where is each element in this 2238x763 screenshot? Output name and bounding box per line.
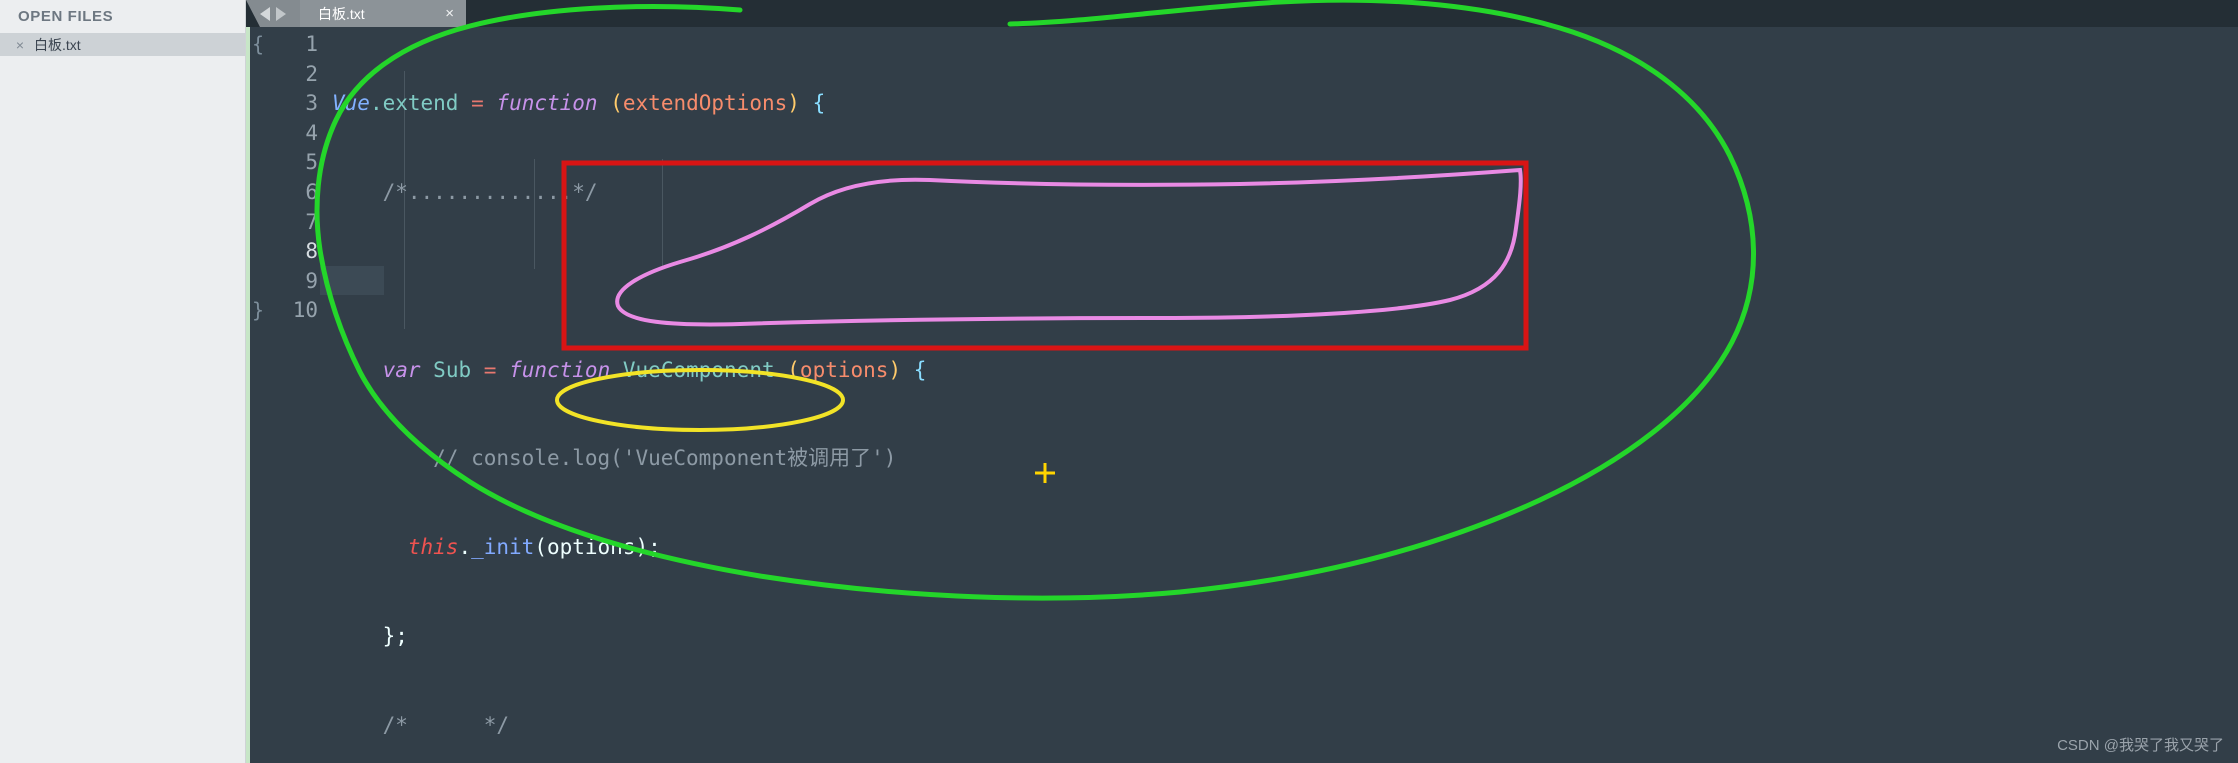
fold-marker-open[interactable]: { (252, 32, 264, 56)
line-number-gutter: 1 2 3 4 5 6 7 8 9 10 (274, 27, 318, 326)
token-keyword: function (509, 357, 611, 382)
watermark: CSDN @我哭了我又哭了 (2057, 737, 2224, 754)
token-operator: = (483, 357, 497, 382)
code-line-7[interactable]: }; (332, 622, 926, 652)
open-files-list: × 白板.txt (0, 33, 245, 56)
token-brace: }; (382, 623, 408, 648)
code-line-6[interactable]: this._init(options); (332, 533, 926, 563)
arrow-left-icon[interactable] (260, 6, 270, 21)
token-parameter: extendOptions (622, 91, 788, 116)
token-paren: ( (787, 357, 800, 382)
token-comment: /*.............*/ (382, 179, 598, 204)
token-keyword: var (382, 357, 421, 382)
code-line-4[interactable]: var Sub = function VueComponent (options… (332, 356, 927, 386)
line-number: 10 (292, 298, 318, 323)
line-number: 2 (305, 61, 318, 86)
line-number: 3 (305, 91, 318, 116)
close-icon[interactable]: × (445, 5, 454, 22)
token-operator: = (471, 91, 484, 116)
line-number: 7 (305, 209, 318, 234)
token-method: _init (471, 535, 535, 560)
token-brace: { (913, 357, 927, 382)
fold-marker-close[interactable]: } (252, 298, 264, 322)
code-line-2[interactable]: /*.............*/ (332, 178, 926, 208)
line-number: 1 (305, 32, 318, 56)
token-brace: { (812, 91, 826, 116)
tab-strip: 白板.txt × (246, 0, 2238, 27)
code-area[interactable]: { } 1 2 3 4 5 6 7 8 9 10 Vue.extend = fu… (246, 27, 2238, 763)
tab-nav-arrows[interactable] (246, 0, 300, 27)
sidebar-item-白板-txt[interactable]: × 白板.txt (0, 33, 245, 56)
line-number: 8 (305, 239, 318, 264)
token-parameter: options (799, 357, 889, 382)
line-number: 4 (305, 120, 318, 145)
token-dot: . (458, 535, 472, 560)
sidebar: OPEN FILES × 白板.txt (0, 0, 246, 763)
code-line-3[interactable] (332, 267, 926, 297)
editor-pane: 白板.txt × { } 1 2 3 4 5 6 7 8 9 10 Vue.ex… (246, 0, 2238, 763)
sidebar-item-label: 白板.txt (34, 36, 81, 53)
line-number: 9 (305, 268, 318, 293)
token-identifier: Sub (433, 357, 472, 382)
token-paren: ) (787, 91, 800, 116)
code-line-5[interactable]: // console.log('VueComponent被调用了') (332, 444, 926, 474)
token-function-name: VueComponent (622, 357, 775, 382)
token-identifier: Vue (332, 91, 370, 116)
code-text[interactable]: Vue.extend = function (extendOptions) { … (332, 30, 926, 763)
token-this: this (407, 535, 459, 560)
token-comment: // console.log('VueComponent被调用了') (433, 446, 897, 471)
fold-gutter[interactable]: { } (250, 27, 276, 763)
token-call: (options); (534, 535, 661, 560)
sidebar-section-title: OPEN FILES (18, 8, 114, 25)
token-paren: ) (888, 357, 902, 382)
line-number: 6 (305, 179, 318, 204)
close-icon[interactable]: × (12, 37, 28, 53)
token-paren: ( (610, 91, 623, 116)
arrow-right-icon[interactable] (276, 6, 286, 21)
token-keyword: function (496, 91, 598, 116)
line-number: 5 (305, 150, 318, 175)
app-window: OPEN FILES × 白板.txt 白板.txt × {} 1 2 3 4… (0, 0, 2238, 763)
tab-label: 白板.txt (318, 5, 365, 22)
token-comment: /* */ (382, 712, 510, 737)
code-line-1[interactable]: Vue.extend = function (extendOptions) { (332, 89, 926, 119)
tab-白板-txt[interactable]: 白板.txt × (300, 0, 466, 27)
code-line-8[interactable]: /* */ (332, 711, 926, 741)
token-property: .extend (369, 91, 459, 116)
